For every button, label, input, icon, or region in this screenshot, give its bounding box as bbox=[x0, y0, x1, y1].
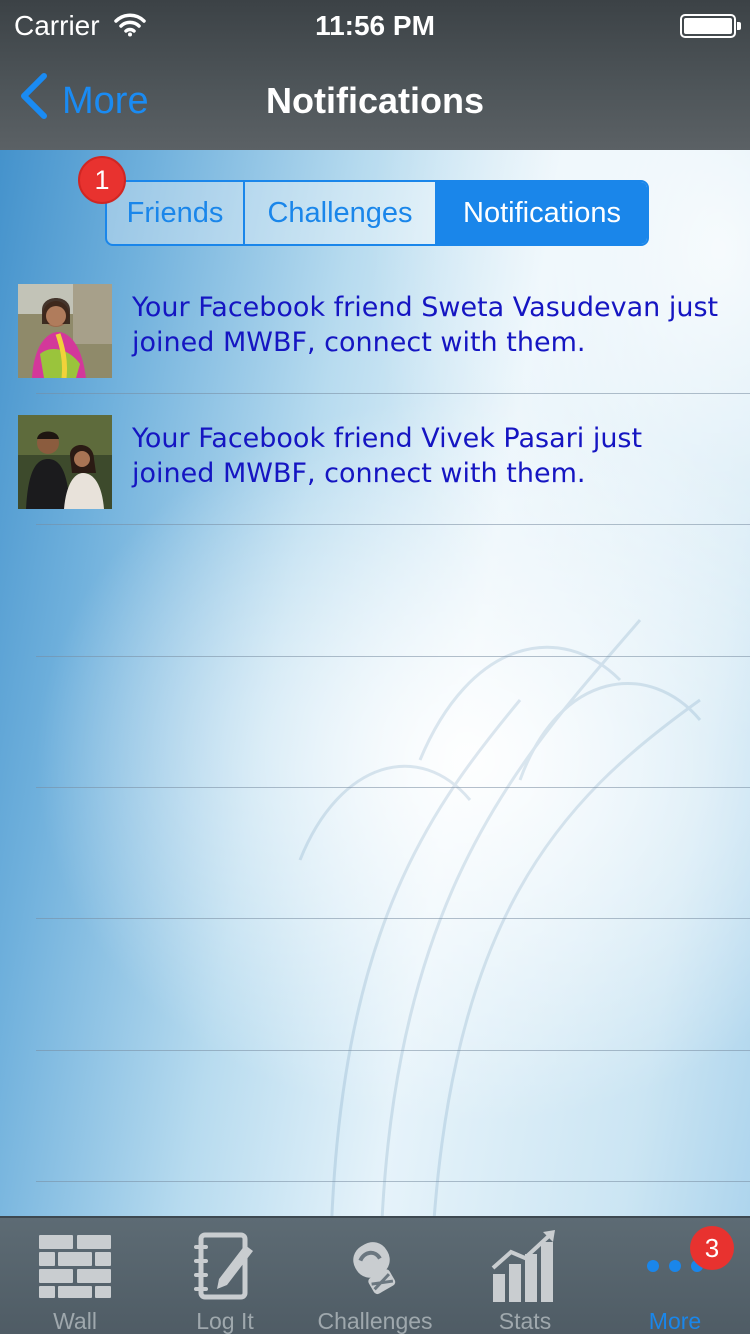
segment-friends[interactable]: Friends bbox=[107, 182, 245, 244]
battery-icon bbox=[680, 14, 741, 38]
segment-notifications[interactable]: Notifications bbox=[437, 182, 647, 244]
brick-wall-icon bbox=[37, 1226, 113, 1306]
avatar bbox=[18, 284, 112, 378]
tab-stats[interactable]: Stats bbox=[450, 1218, 600, 1334]
avatar bbox=[18, 415, 112, 509]
notification-message: Your Facebook friend Sweta Vasudevan jus… bbox=[132, 292, 719, 358]
navigation-bar: Carrier 11:56 PM More Notifications bbox=[0, 0, 750, 150]
tab-label: Wall bbox=[53, 1308, 97, 1334]
bar-chart-icon bbox=[489, 1226, 561, 1306]
tab-bar: Wall Log It Challenges Stats More bbox=[0, 1216, 750, 1334]
tab-label: Log It bbox=[196, 1308, 254, 1334]
notification-row[interactable]: Your Facebook friend Sweta Vasudevan jus… bbox=[0, 262, 750, 393]
segment-challenges[interactable]: Challenges bbox=[245, 182, 437, 244]
tab-wall[interactable]: Wall bbox=[0, 1218, 150, 1334]
boxing-glove-icon bbox=[343, 1226, 407, 1306]
row-separator bbox=[36, 1050, 750, 1051]
notification-row[interactable]: Your Facebook friend Vivek Pasari just j… bbox=[0, 393, 750, 524]
status-time: 11:56 PM bbox=[315, 10, 435, 41]
row-separator bbox=[36, 918, 750, 919]
friends-badge: 1 bbox=[78, 156, 126, 204]
notification-message: Your Facebook friend Vivek Pasari just j… bbox=[132, 423, 643, 489]
tab-challenges[interactable]: Challenges bbox=[300, 1218, 450, 1334]
status-bar: Carrier 11:56 PM bbox=[0, 0, 750, 50]
row-separator bbox=[36, 787, 750, 788]
notebook-pencil-icon bbox=[193, 1226, 257, 1306]
segmented-control: Friends Challenges Notifications bbox=[105, 180, 649, 246]
more-badge: 3 bbox=[690, 1226, 734, 1270]
tab-log-it[interactable]: Log It bbox=[150, 1218, 300, 1334]
page-title: Notifications bbox=[265, 80, 484, 121]
row-separator bbox=[36, 1181, 750, 1182]
row-separator bbox=[36, 524, 750, 525]
row-separator bbox=[36, 656, 750, 657]
tab-label: Stats bbox=[498, 1308, 552, 1334]
tab-label: More bbox=[648, 1308, 702, 1334]
tab-label: Challenges bbox=[317, 1308, 433, 1334]
